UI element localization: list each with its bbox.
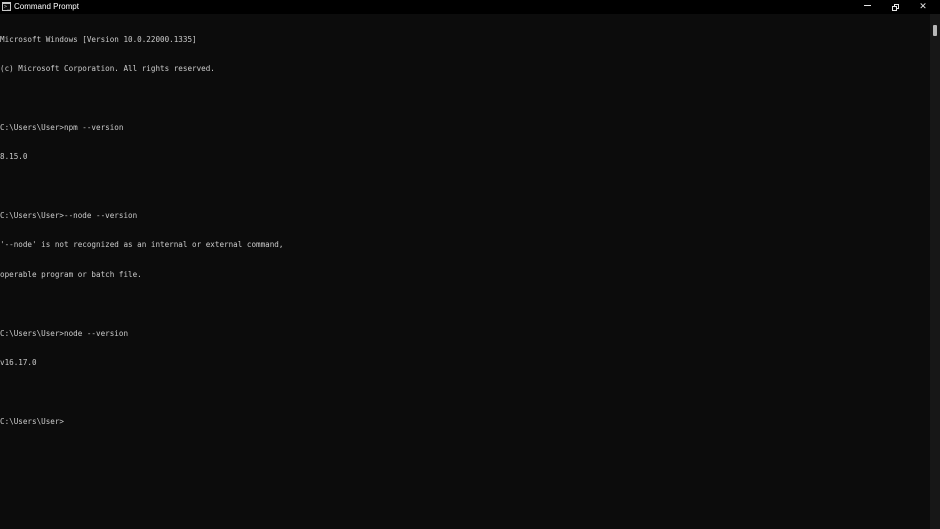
console-line: operable program or batch file. [0, 269, 142, 279]
scrollbar-thumb[interactable] [933, 25, 937, 36]
console-line: C:\Users\User>npm --version [0, 122, 124, 132]
window-title: Command Prompt [14, 2, 79, 11]
cmd-icon: >_ [2, 2, 11, 11]
console-output[interactable]: Microsoft Windows [Version 10.0.22000.13… [0, 14, 930, 529]
console-line: v16.17.0 [0, 357, 37, 367]
console-line: C:\Users\User>node --version [0, 328, 129, 338]
close-icon: ✕ [919, 2, 927, 12]
console-line: (c) Microsoft Corporation. All rights re… [0, 63, 215, 73]
vertical-scrollbar[interactable] [930, 14, 940, 529]
command-prompt-window: >_ Command Prompt ✕ Microsoft Windows [V… [0, 0, 940, 529]
console-line: 8.15.0 [0, 152, 28, 162]
console-line: Microsoft Windows [Version 10.0.22000.13… [0, 34, 197, 44]
close-button[interactable]: ✕ [909, 0, 937, 14]
console-line: C:\Users\User>--node --version [0, 210, 138, 220]
command-prompt-line[interactable]: C:\Users\User> [0, 417, 930, 427]
minimize-icon [863, 5, 871, 6]
restore-icon [891, 3, 899, 11]
restore-button[interactable] [881, 0, 909, 14]
title-bar[interactable]: >_ Command Prompt ✕ [0, 0, 940, 14]
minimize-button[interactable] [853, 0, 881, 14]
console-line: '--node' is not recognized as an interna… [0, 240, 284, 250]
